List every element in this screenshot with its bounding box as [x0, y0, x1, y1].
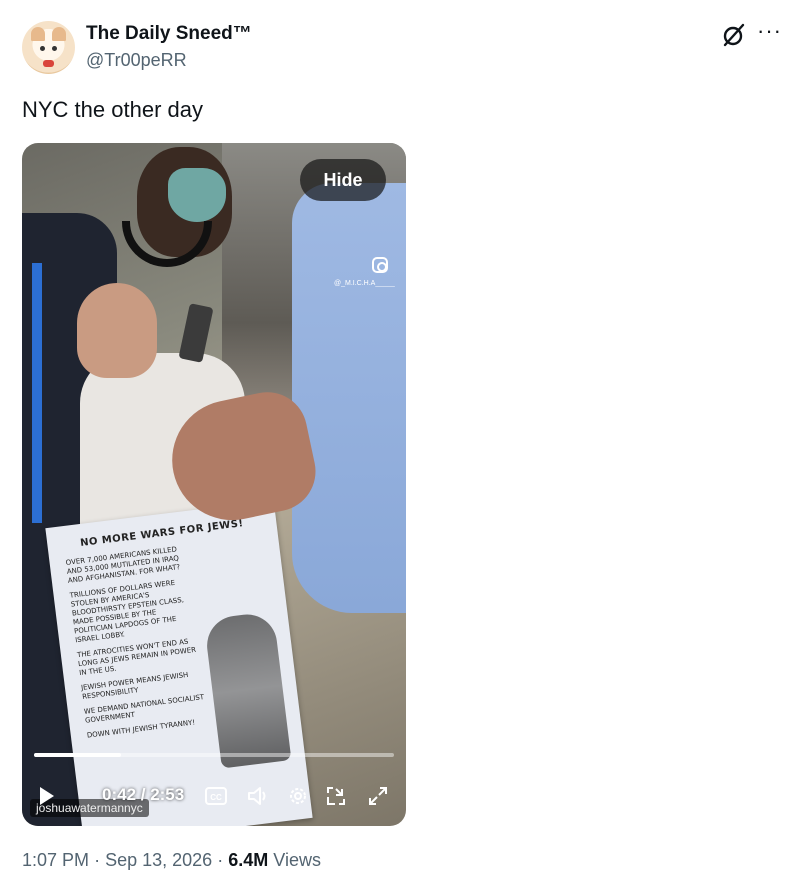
flyer-paragraph: Trillions of dollars were stolen by Amer…: [69, 578, 185, 645]
meta-separator: ·: [94, 850, 101, 870]
video-strap: [32, 263, 42, 523]
video-controls: 0:42 / 2:53 CC: [22, 779, 406, 813]
meta-separator: ·: [217, 850, 224, 870]
captions-icon[interactable]: CC: [204, 784, 228, 808]
hide-button[interactable]: Hide: [300, 159, 386, 201]
play-icon[interactable]: [40, 787, 54, 805]
flyer-illustration: [203, 611, 292, 769]
volume-icon[interactable]: [246, 784, 270, 808]
grok-icon[interactable]: [721, 22, 747, 48]
author-avatar[interactable]: [22, 21, 75, 74]
video-progress-bar[interactable]: [34, 753, 394, 757]
avatar-ear: [52, 27, 66, 41]
instagram-icon: [372, 257, 388, 273]
video-mask: [168, 168, 226, 222]
video-hand-left: [77, 283, 157, 378]
tweet-time[interactable]: 1:07 PM: [22, 850, 89, 870]
video-headphones: [122, 221, 212, 267]
author-handle[interactable]: @Tr00peRR: [86, 50, 187, 71]
video-progress-fill: [34, 753, 122, 757]
svg-text:CC: CC: [210, 793, 222, 802]
avatar-bow: [43, 60, 54, 67]
settings-icon[interactable]: [286, 784, 310, 808]
video-flyer: NO MORE WARS FOR JEWS! Over 7,000 Americ…: [45, 500, 313, 826]
cat-avatar-icon: [31, 27, 45, 41]
fullscreen-icon[interactable]: [366, 784, 390, 808]
tweet-meta: 1:07 PM · Sep 13, 2026 · 6.4M Views: [22, 850, 321, 871]
views-label: Views: [273, 850, 321, 870]
avatar-eye: [52, 46, 57, 51]
tweet-text: NYC the other day: [22, 97, 203, 122]
watermark-top: @_M.I.C.H.A_____: [334, 280, 395, 287]
tweet-date[interactable]: Sep 13, 2026: [105, 850, 212, 870]
views-count: 6.4M: [228, 850, 269, 870]
author-display-name[interactable]: The Daily Sneed™: [86, 23, 252, 45]
video-player[interactable]: NO MORE WARS FOR JEWS! Over 7,000 Americ…: [22, 143, 406, 826]
more-dots-icon[interactable]: ···: [757, 20, 782, 42]
avatar-eye: [40, 46, 45, 51]
video-arm-right: [292, 183, 406, 613]
picture-in-picture-icon[interactable]: [324, 784, 348, 808]
video-time: 0:42 / 2:53: [102, 785, 185, 804]
